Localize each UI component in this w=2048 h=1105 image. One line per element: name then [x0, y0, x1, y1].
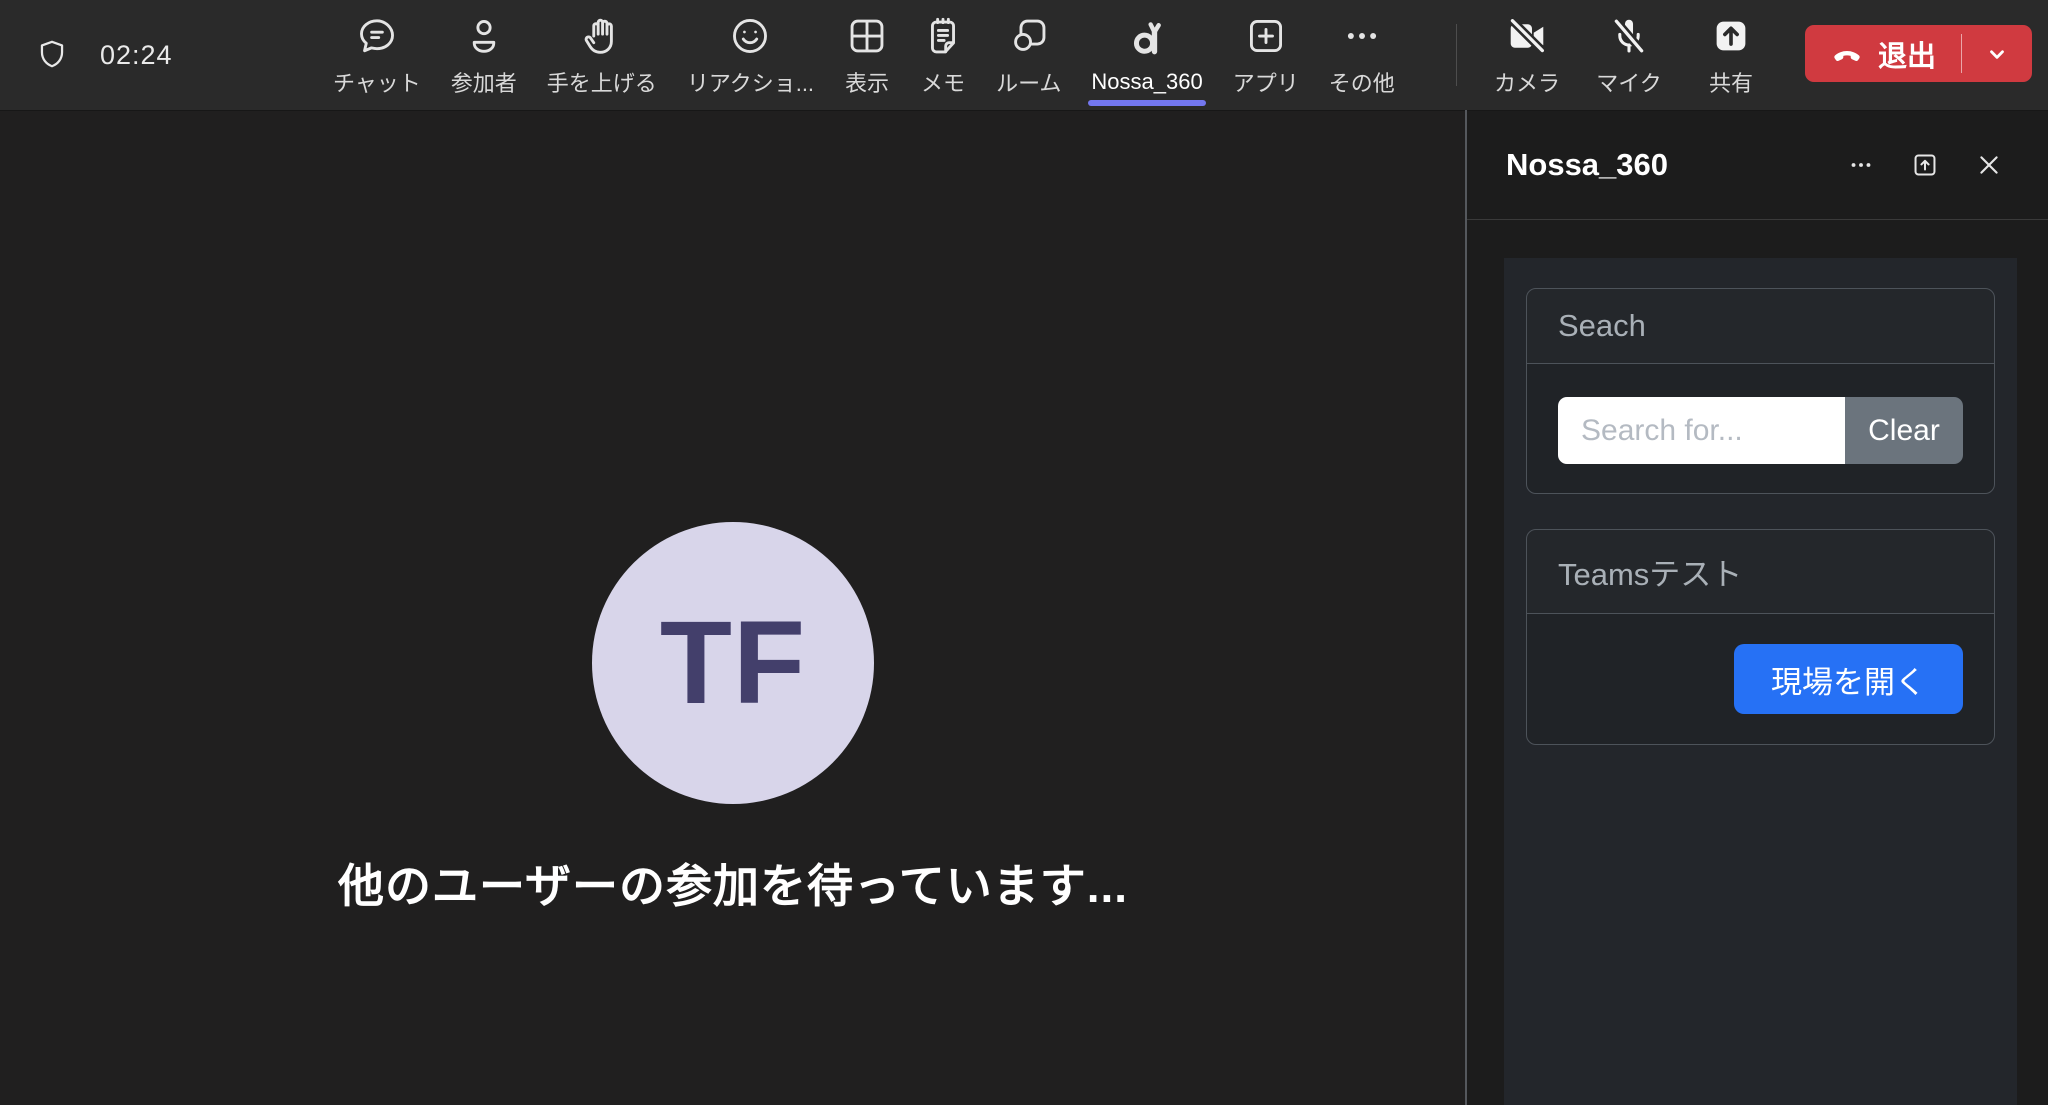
avatar-initials: TF — [660, 595, 806, 731]
memo-icon — [920, 13, 966, 59]
chevron-down-icon — [1982, 39, 2012, 69]
tab-raise-hand[interactable]: 手を上げる — [532, 0, 672, 110]
site-card-body: 現場を開く — [1527, 614, 1994, 744]
panel-actions — [1844, 148, 2006, 182]
device-label: カメラ — [1494, 66, 1560, 98]
panel-close-button[interactable] — [1972, 148, 2006, 182]
leave-button-label: 退出 — [1878, 33, 1936, 75]
app-side-panel: Nossa_360 Seach Clear — [1467, 110, 2048, 1105]
search-card-body: Clear — [1527, 364, 1994, 493]
waiting-message: 他のユーザーの参加を待っています... — [0, 850, 1466, 916]
view-grid-icon — [844, 13, 890, 59]
panel-title: Nossa_360 — [1506, 147, 1844, 183]
tab-label: チャット — [333, 66, 421, 98]
panel-header: Nossa_360 — [1467, 110, 2048, 220]
panel-more-button[interactable] — [1844, 148, 1878, 182]
avatar: TF — [592, 522, 874, 804]
tab-more[interactable]: その他 — [1314, 0, 1410, 110]
tab-reactions[interactable]: リアクショ... — [672, 0, 829, 110]
toolbar-left-group: 02:24 — [34, 0, 173, 110]
clear-button[interactable]: Clear — [1845, 397, 1963, 464]
tab-label: メモ — [921, 66, 965, 98]
mic-button[interactable]: マイク — [1582, 0, 1676, 110]
search-input-group: Clear — [1558, 397, 1963, 464]
participants-icon — [461, 13, 507, 59]
mic-off-icon — [1606, 13, 1652, 59]
tab-label: その他 — [1329, 66, 1395, 98]
leave-button-main[interactable]: 退出 — [1805, 25, 1961, 82]
camera-off-icon — [1504, 13, 1550, 59]
tab-apps[interactable]: アプリ — [1218, 0, 1314, 110]
apps-icon — [1243, 13, 1289, 59]
reactions-icon — [727, 13, 773, 59]
meeting-toolbar: 02:24 チャット 参加者 手を上げる リアクショ... 表示 メモ ルーム … — [0, 0, 2048, 111]
tab-label: 表示 — [845, 66, 889, 98]
more-dots-icon — [1339, 13, 1385, 59]
camera-button[interactable]: カメラ — [1480, 0, 1574, 110]
search-card-header: Seach — [1527, 289, 1994, 364]
panel-popout-button[interactable] — [1908, 148, 1942, 182]
ellipsis-icon — [1845, 149, 1877, 181]
tab-nossa-360[interactable]: Nossa_360 — [1076, 0, 1217, 110]
share-icon — [1708, 13, 1754, 59]
stage-panel-divider — [1465, 110, 1467, 1105]
search-input[interactable] — [1558, 397, 1845, 464]
search-card: Seach Clear — [1526, 288, 1995, 494]
phone-hangup-icon — [1830, 37, 1864, 71]
tab-label: 手を上げる — [547, 66, 657, 98]
tab-label: ルーム — [996, 66, 1061, 98]
tab-label: 参加者 — [451, 66, 517, 98]
toolbar-device-group: カメラ マイク 共有 — [1480, 0, 1786, 110]
tab-participants[interactable]: 参加者 — [436, 0, 532, 110]
tab-chat[interactable]: チャット — [318, 0, 436, 110]
toolbar-tabs: チャット 参加者 手を上げる リアクショ... 表示 メモ ルーム Nossa_… — [318, 0, 1410, 110]
share-button[interactable]: 共有 — [1684, 0, 1778, 110]
tab-label: Nossa_360 — [1091, 69, 1202, 95]
toolbar-separator — [1456, 24, 1457, 86]
chat-icon — [354, 13, 400, 59]
security-shield-icon — [34, 35, 70, 75]
tab-label: リアクショ... — [687, 66, 814, 98]
popout-icon — [1909, 149, 1941, 181]
nossa-logo-icon — [1124, 16, 1170, 62]
tab-rooms[interactable]: ルーム — [981, 0, 1076, 110]
teams-meeting-window: 02:24 チャット 参加者 手を上げる リアクショ... 表示 メモ ルーム … — [0, 0, 2048, 1105]
tab-label: アプリ — [1233, 66, 1299, 98]
tab-notes[interactable]: メモ — [905, 0, 981, 110]
leave-button[interactable]: 退出 — [1805, 25, 2032, 82]
site-card: Teamsテスト 現場を開く — [1526, 529, 1995, 745]
site-card-header: Teamsテスト — [1527, 530, 1994, 614]
close-icon — [1973, 149, 2005, 181]
tab-view[interactable]: 表示 — [829, 0, 905, 110]
open-site-button[interactable]: 現場を開く — [1734, 644, 1963, 714]
device-label: マイク — [1596, 66, 1662, 98]
rooms-icon — [1006, 13, 1052, 59]
meeting-timer: 02:24 — [100, 40, 173, 71]
raise-hand-icon — [579, 13, 625, 59]
leave-options-button[interactable] — [1962, 25, 2032, 82]
meeting-stage: TF 他のユーザーの参加を待っています... — [0, 110, 1466, 1105]
device-label: 共有 — [1709, 66, 1753, 98]
app-content-area: Seach Clear Teamsテスト 現場を開く — [1504, 258, 2017, 1105]
